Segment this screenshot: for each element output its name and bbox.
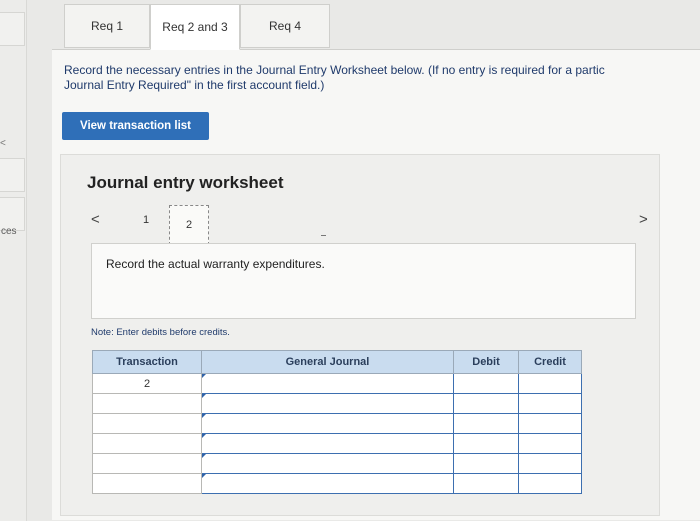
transaction-cell [92,453,202,474]
account-input[interactable] [201,433,454,454]
instructions-text: Record the necessary entries in the Jour… [64,63,605,92]
debit-input[interactable] [453,433,519,454]
divider-mark [321,235,326,236]
account-input[interactable] [201,393,454,414]
dropdown-marker-icon [202,414,206,418]
account-input[interactable] [201,373,454,394]
next-page-icon[interactable]: > [639,211,648,228]
account-input[interactable] [201,453,454,474]
credit-input[interactable] [518,393,582,414]
tab-req-4[interactable]: Req 4 [240,4,330,48]
header-transaction: Transaction [92,350,202,374]
dropdown-marker-icon [202,454,206,458]
table-row [92,473,582,494]
left-panel-text: ces [1,226,17,237]
header-debit: Debit [453,350,519,374]
transaction-cell [92,433,202,454]
left-sidebar-strip: < ces [0,0,27,521]
dropdown-marker-icon [202,374,206,378]
table-row [92,393,582,414]
debit-input[interactable] [453,453,519,474]
debit-input[interactable] [453,393,519,414]
journal-table: Transaction General Journal Debit Credit… [92,350,582,494]
dropdown-marker-icon [202,394,206,398]
dropdown-marker-icon [202,474,206,478]
left-panel-box [0,158,25,192]
main-panel: Record the necessary entries in the Jour… [52,49,700,520]
dropdown-marker-icon [202,434,206,438]
page-1-link[interactable]: 1 [143,214,149,226]
tab-req-1[interactable]: Req 1 [64,4,150,48]
credit-input[interactable] [518,373,582,394]
transaction-cell [92,413,202,434]
entry-description-box: Record the actual warranty expenditures. [91,243,636,319]
tab-req-2-and-3[interactable]: Req 2 and 3 [150,4,240,50]
header-credit: Credit [518,350,582,374]
header-general-journal: General Journal [201,350,454,374]
credit-input[interactable] [518,433,582,454]
worksheet-title: Journal entry worksheet [87,173,284,192]
table-row [92,413,582,434]
transaction-cell: 2 [92,373,202,394]
table-row [92,433,582,454]
account-input[interactable] [201,413,454,434]
transaction-cell [92,393,202,414]
journal-entry-worksheet: Journal entry worksheet < 1 2 > Record t… [60,154,660,516]
table-row: 2 [92,373,582,394]
view-transaction-list-button[interactable]: View transaction list [62,112,209,140]
debit-input[interactable] [453,373,519,394]
debit-input[interactable] [453,413,519,434]
credit-input[interactable] [518,413,582,434]
debits-note: Note: Enter debits before credits. [91,327,230,338]
table-row [92,453,582,474]
left-panel-box [0,12,25,46]
credit-input[interactable] [518,473,582,494]
prev-page-icon[interactable]: < [91,211,100,228]
account-input[interactable] [201,473,454,494]
entry-description: Record the actual warranty expenditures. [106,257,325,271]
credit-input[interactable] [518,453,582,474]
page-2-current[interactable]: 2 [169,205,209,245]
debit-input[interactable] [453,473,519,494]
journal-table-header: Transaction General Journal Debit Credit [92,350,582,374]
left-caret-icon: < [0,138,6,149]
transaction-cell [92,473,202,494]
